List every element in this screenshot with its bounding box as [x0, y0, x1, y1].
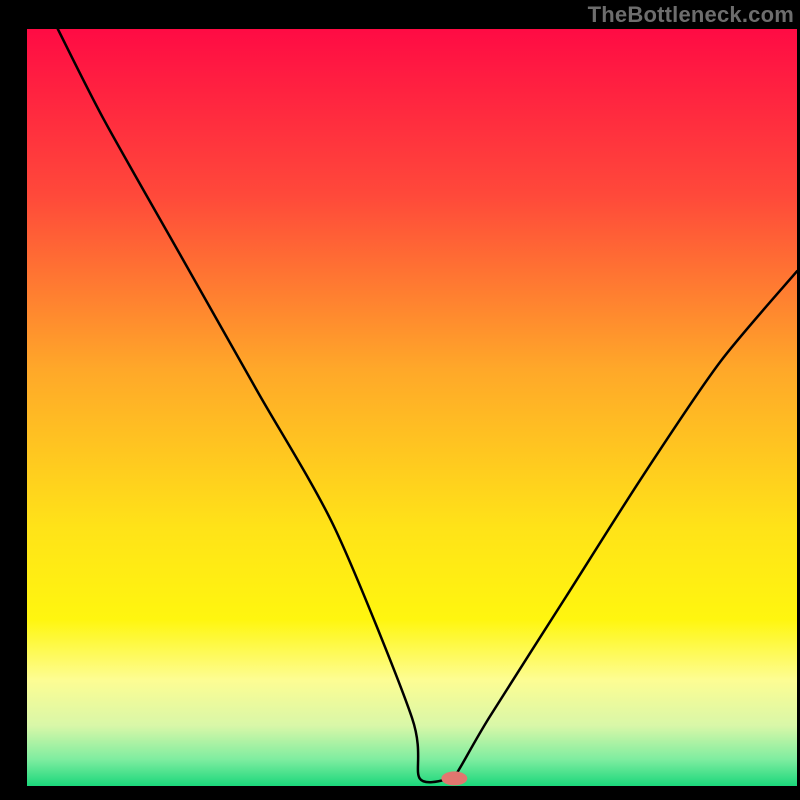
chart-svg: [0, 0, 800, 800]
plot-background: [27, 29, 797, 786]
optimal-point-marker: [441, 771, 467, 785]
bottleneck-chart: TheBottleneck.com: [0, 0, 800, 800]
attribution-label: TheBottleneck.com: [588, 2, 794, 28]
